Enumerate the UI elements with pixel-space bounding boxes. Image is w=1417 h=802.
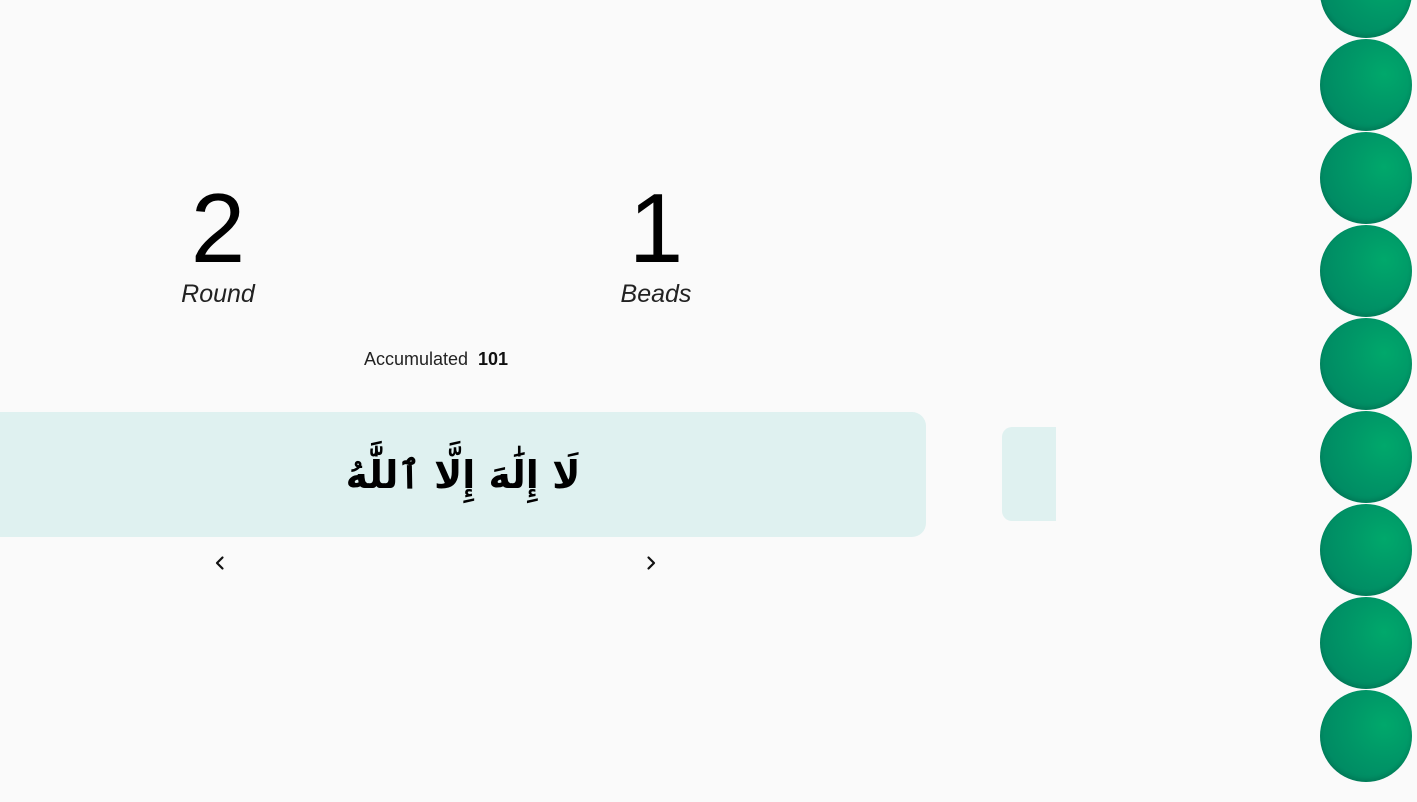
accumulated-value: 101 [478, 349, 509, 369]
accumulated-label: Accumulated [363, 349, 468, 369]
accumulated-row: Accumulated 101 [0, 349, 872, 370]
zikr-card[interactable]: لَا إِلَٰهَ إِلَّا ٱللَّٰهُ [0, 412, 926, 537]
beads-counter: 1 Beads [546, 178, 766, 310]
bead[interactable] [1320, 318, 1412, 410]
beads-value: 1 [628, 173, 684, 283]
bead[interactable] [1320, 690, 1412, 782]
bead[interactable] [1320, 597, 1412, 689]
round-counter: 2 Round [108, 178, 328, 310]
bead[interactable] [1320, 225, 1412, 317]
tasbih-beads-strip[interactable] [1320, 0, 1412, 802]
chevron-right-icon [647, 556, 656, 570]
bead[interactable] [1320, 411, 1412, 503]
next-zikr-button[interactable] [636, 548, 666, 578]
tasbih-screen: 2 Round 1 Beads Accumulated 101 لَا إِلَٰ… [0, 0, 1417, 802]
bead[interactable] [1320, 0, 1412, 38]
bead[interactable] [1320, 504, 1412, 596]
next-zikr-card-peek[interactable] [1002, 427, 1056, 521]
chevron-left-icon [215, 556, 224, 570]
bead[interactable] [1320, 132, 1412, 224]
beads-label: Beads [620, 280, 692, 308]
round-label: Round [181, 280, 255, 308]
previous-zikr-button[interactable] [205, 548, 235, 578]
zikr-text: لَا إِلَٰهَ إِلَّا ٱللَّٰهُ [345, 452, 581, 497]
bead[interactable] [1320, 39, 1412, 131]
round-value: 2 [190, 173, 246, 283]
